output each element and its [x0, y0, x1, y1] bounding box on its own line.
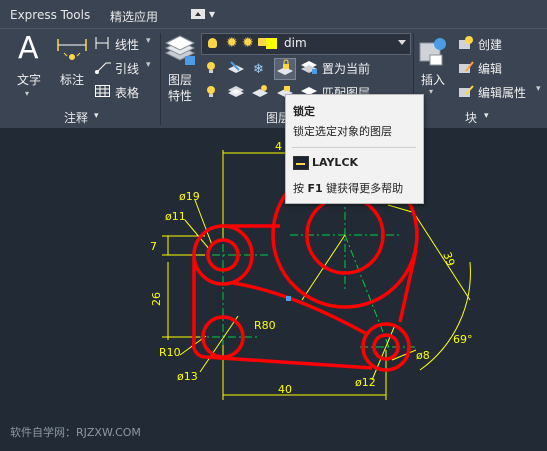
dim-left-height: 26 — [150, 292, 163, 306]
chevron-down-icon[interactable]: ▾ — [94, 111, 99, 121]
leader-label: 引线 — [115, 62, 140, 76]
edit-attributes-button[interactable]: 编辑属性 ▾ — [457, 83, 545, 101]
layer-off-button[interactable] — [204, 60, 220, 76]
create-label: 创建 — [478, 38, 503, 52]
chevron-down-icon[interactable]: ▾ — [484, 111, 489, 121]
layer-properties-button[interactable]: 图层 特性 — [163, 31, 199, 103]
layer-unisolate-icon — [228, 86, 244, 97]
layer-freeze-button[interactable]: ❄ — [251, 60, 269, 77]
dim-r10: R10 — [159, 346, 181, 359]
insert-label: 插入 — [421, 73, 446, 87]
chevron-down-icon[interactable]: ▾ — [209, 7, 215, 21]
tooltip-command: LAYLCK — [312, 156, 359, 169]
chevron-down-icon: ▾ — [536, 84, 541, 94]
snowflake-icon: ❄ — [253, 62, 264, 77]
text-button[interactable]: A 文字 ▾ — [8, 31, 50, 98]
tooltip-help: 按 F1 键获得更多帮助 — [293, 182, 404, 195]
drawing-canvas[interactable]: 4 7 26 40 39 69° ø19 ø11 ø13 ø12 ø8 R10 … — [0, 128, 547, 451]
dim-bottom-width: 40 — [278, 383, 292, 396]
leader-button[interactable]: 引线 ▾ — [94, 59, 156, 77]
layer-dropdown[interactable]: ✹ ✹ dim — [201, 33, 411, 55]
create-block-icon — [459, 36, 473, 49]
tooltip-description: 锁定选定对象的图层 — [293, 125, 392, 138]
layer-lock-button[interactable] — [274, 58, 296, 80]
lock-tooltip: 锁定 锁定选定对象的图层 LAYLCK 按 F1 键获得更多帮助 — [285, 94, 424, 204]
dimension-button[interactable]: 标注 — [54, 31, 90, 93]
edit-label: 编辑 — [478, 62, 503, 76]
dim-top-width: 4 — [275, 140, 282, 153]
dimension-label: 标注 — [60, 73, 85, 87]
text-label: 文字 — [17, 73, 42, 87]
chevron-down-icon: ▾ — [429, 87, 434, 96]
linear-button[interactable]: 线性 ▾ — [94, 35, 156, 53]
menu-quick-select[interactable]: 精选应用 — [110, 8, 158, 25]
edit-attributes-label: 编辑属性 — [478, 86, 527, 100]
cad-drawing[interactable]: 4 7 26 40 39 69° ø19 ø11 ø13 ø12 ø8 R10 … — [0, 128, 547, 451]
layers-stack-icon — [164, 35, 196, 65]
table-label: 表格 — [115, 86, 140, 100]
watermark: 软件自学网：RJZXW.COM — [10, 426, 141, 439]
dim-diagonal: 39 — [440, 250, 457, 268]
layer-properties-label-line1: 图层 — [168, 73, 193, 87]
dim-left-offset: 7 — [150, 240, 157, 253]
set-current-icon — [301, 61, 317, 74]
layer-isolate-button[interactable] — [227, 60, 245, 76]
text-icon: A — [18, 31, 39, 66]
chevron-down-icon: ▾ — [146, 60, 151, 70]
table-icon — [95, 85, 110, 97]
lightbulb-on-icon — [207, 86, 215, 97]
linear-dim-icon — [95, 37, 109, 49]
panel-divider — [160, 33, 161, 125]
layer-color-swatch — [266, 38, 277, 49]
dim-d19: ø19 — [179, 190, 200, 203]
edit-attributes-icon — [459, 85, 474, 97]
ribbon-options-button[interactable] — [191, 9, 205, 19]
insert-button[interactable]: 插入 ▾ — [416, 31, 452, 103]
chevron-down-icon: ▾ — [146, 36, 151, 46]
layer-thaw-button[interactable] — [251, 84, 269, 100]
block-panel-title[interactable]: 块 — [465, 109, 477, 126]
ribbon: A 文字 ▾ 标注 线性 ▾ 引线 ▾ 表格 注释 ▾ 图层 特性 ✹ ✹ di… — [0, 28, 547, 129]
set-current-label: 置为当前 — [322, 62, 371, 76]
thaw-icon — [252, 85, 268, 97]
create-block-button[interactable]: 创建 — [457, 35, 537, 53]
layer-properties-label-line2: 特性 — [168, 89, 193, 103]
tooltip-divider — [292, 147, 416, 148]
svg-text:❄: ❄ — [253, 62, 264, 76]
leader-icon — [95, 62, 111, 74]
current-layer-name: dim — [284, 36, 307, 50]
edit-block-icon — [459, 61, 474, 73]
linear-label: 线性 — [115, 38, 140, 52]
dim-r80: R80 — [254, 319, 276, 332]
annotation-panel-title[interactable]: 注释 — [64, 109, 88, 126]
menu-express-tools[interactable]: Express Tools — [10, 8, 90, 22]
dimension-icon — [57, 39, 87, 60]
layer-unisolate-button[interactable] — [227, 84, 245, 100]
dim-d12: ø12 — [355, 376, 376, 389]
layer-on-button[interactable] — [204, 84, 220, 100]
chevron-down-icon — [398, 40, 406, 45]
dim-d13: ø13 — [177, 370, 198, 383]
command-icon — [293, 156, 309, 170]
tooltip-title: 锁定 — [293, 105, 315, 118]
chevron-down-icon: ▾ — [25, 89, 30, 98]
dim-d8: ø8 — [416, 349, 430, 362]
dim-angle: 69° — [453, 333, 473, 346]
selection-grips — [286, 296, 291, 301]
title-bar: Express Tools 精选应用 ▾ — [0, 0, 547, 28]
table-button[interactable]: 表格 — [94, 83, 156, 101]
sun-lock-icon: ✹ — [242, 35, 254, 51]
lightbulb-icon — [208, 38, 217, 48]
lock-icon — [277, 59, 293, 75]
layer-off-icon — [207, 62, 215, 73]
dim-d11: ø11 — [165, 210, 186, 223]
layer-isolate-icon — [228, 61, 244, 73]
edit-block-button[interactable]: 编辑 — [457, 59, 537, 77]
insert-block-icon — [419, 38, 446, 66]
sun-icon: ✹ — [226, 35, 238, 51]
set-current-button[interactable]: 置为当前 — [300, 59, 390, 77]
